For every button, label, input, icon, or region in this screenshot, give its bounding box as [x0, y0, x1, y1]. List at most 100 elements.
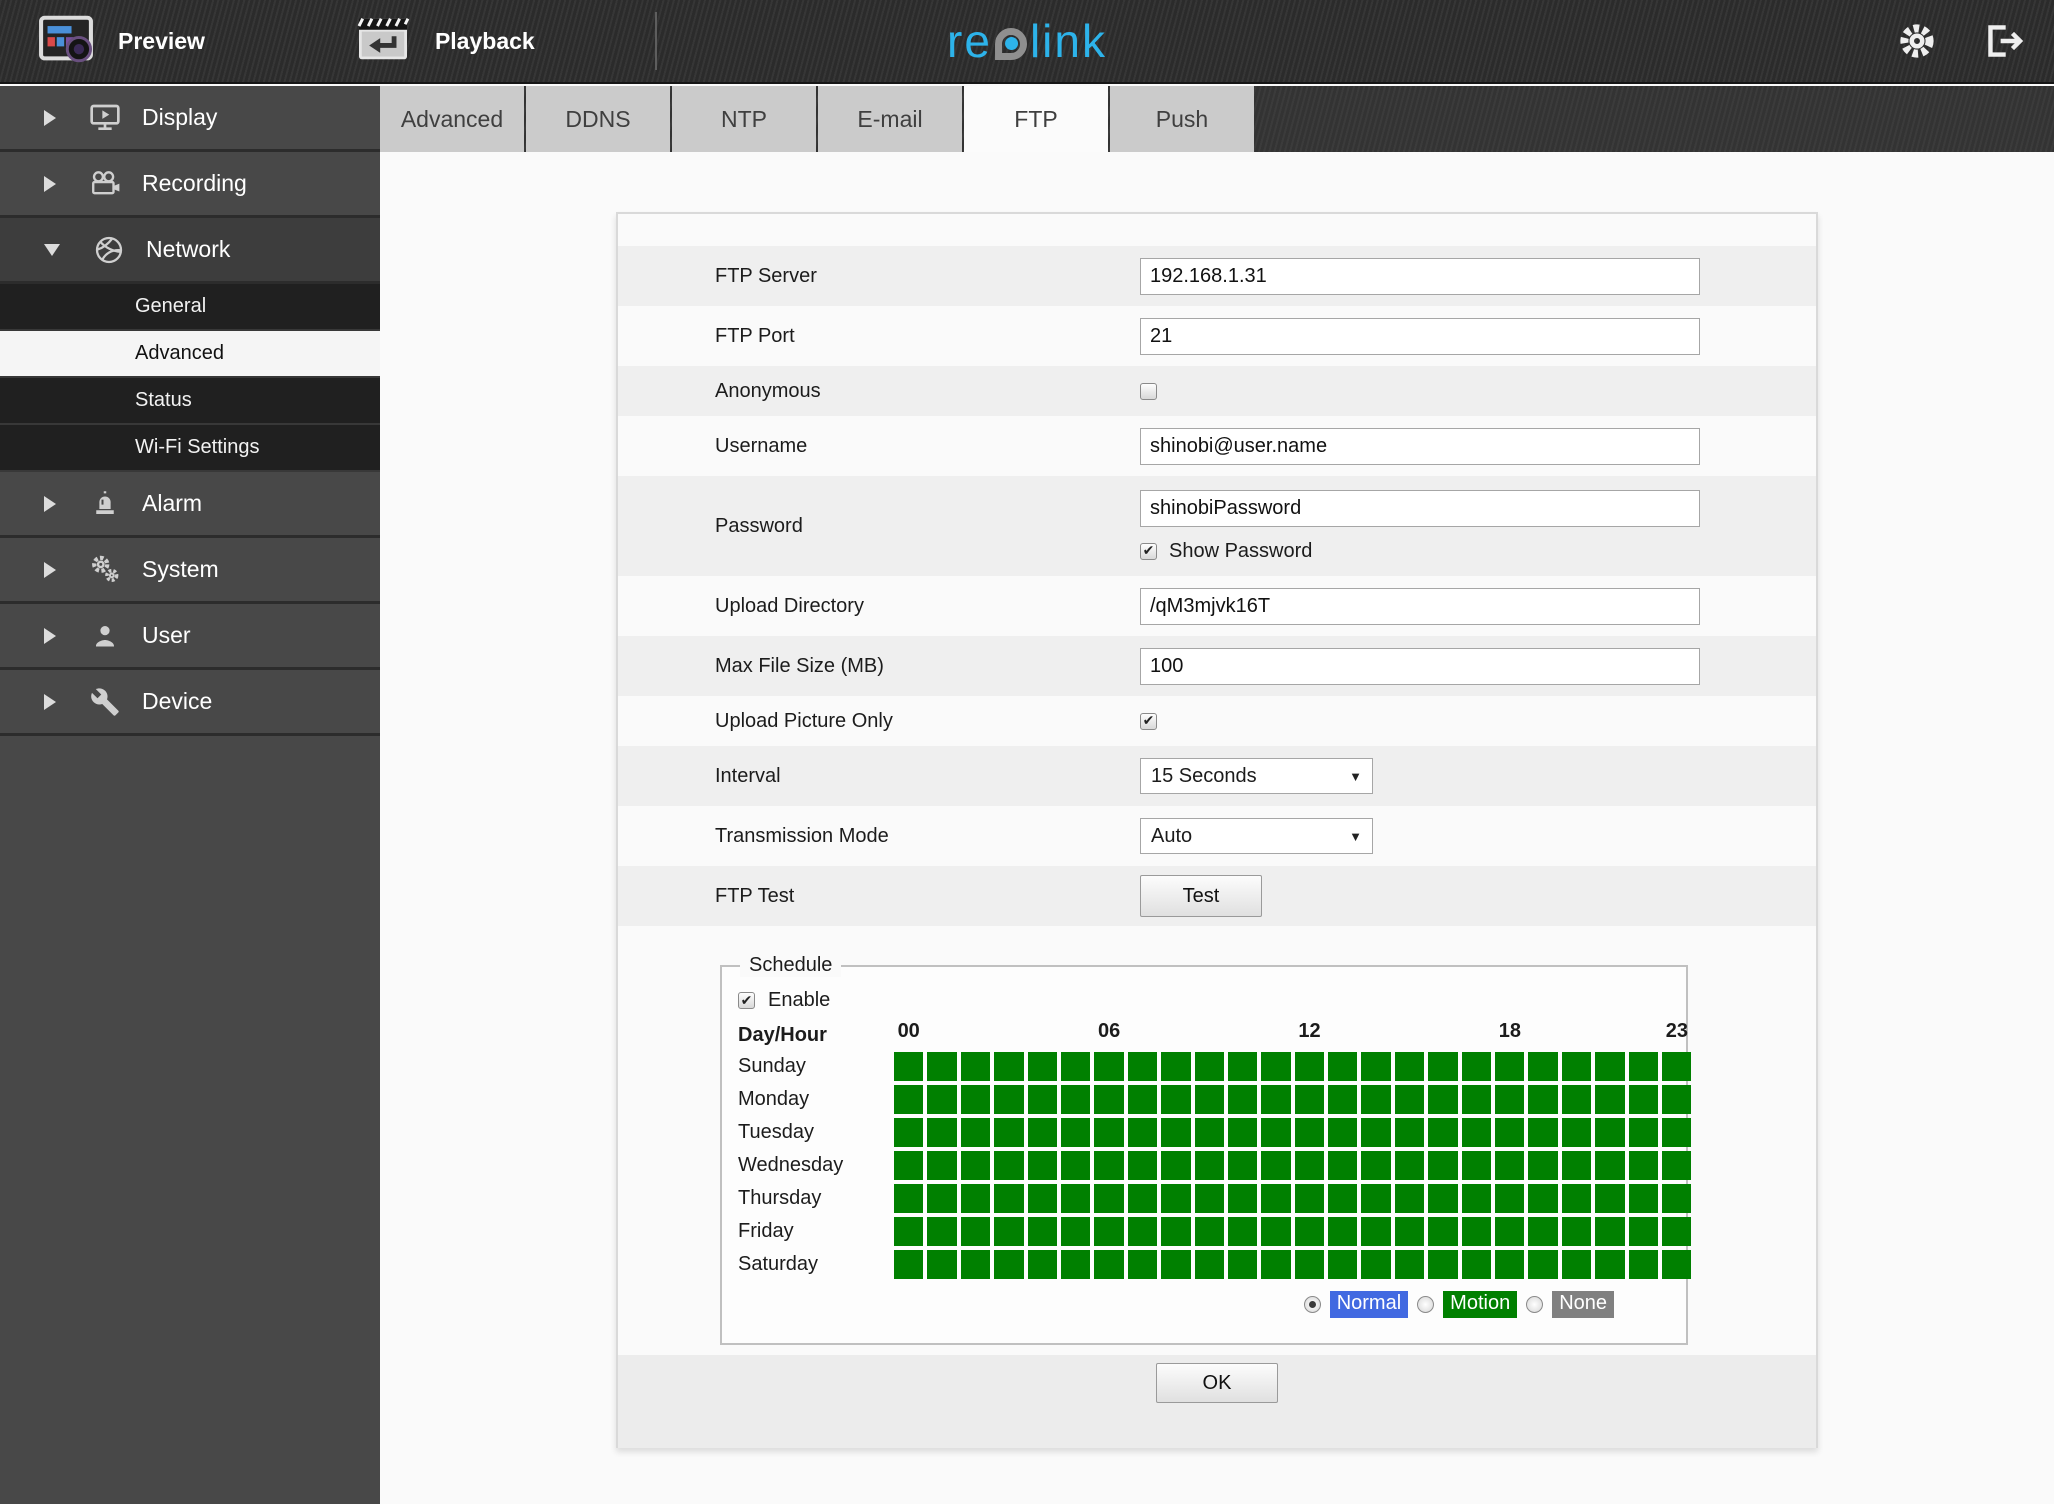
schedule-cell[interactable]	[994, 1118, 1024, 1147]
schedule-cell[interactable]	[927, 1250, 957, 1279]
schedule-cell[interactable]	[1628, 1250, 1658, 1279]
schedule-cell[interactable]	[1461, 1085, 1492, 1114]
schedule-cell[interactable]	[1595, 1250, 1625, 1279]
schedule-cell[interactable]	[1060, 1085, 1091, 1114]
schedule-cell[interactable]	[1094, 1118, 1124, 1147]
sidebar-item-recording[interactable]: Recording	[0, 152, 380, 218]
schedule-cell[interactable]	[1361, 1151, 1391, 1180]
schedule-cell[interactable]	[994, 1184, 1024, 1213]
schedule-cell[interactable]	[894, 1052, 924, 1081]
password-input[interactable]	[1140, 489, 1700, 527]
schedule-cell[interactable]	[1495, 1250, 1525, 1279]
schedule-cell[interactable]	[960, 1085, 991, 1114]
sidebar-subitem-advanced[interactable]: Advanced	[0, 331, 380, 378]
schedule-cell[interactable]	[1094, 1151, 1124, 1180]
schedule-cell[interactable]	[1495, 1151, 1525, 1180]
schedule-cell[interactable]	[1294, 1250, 1325, 1279]
schedule-cell[interactable]	[1428, 1052, 1458, 1081]
schedule-cell[interactable]	[927, 1217, 957, 1246]
tab-advanced[interactable]: Advanced	[380, 86, 524, 152]
schedule-cell[interactable]	[1561, 1250, 1592, 1279]
schedule-cell[interactable]	[1194, 1217, 1224, 1246]
schedule-cell[interactable]	[1060, 1250, 1091, 1279]
schedule-cell[interactable]	[894, 1151, 924, 1180]
schedule-cell[interactable]	[1528, 1250, 1558, 1279]
tab-ntp[interactable]: NTP	[672, 86, 816, 152]
schedule-cell[interactable]	[1561, 1085, 1592, 1114]
sidebar-item-system[interactable]: System	[0, 538, 380, 604]
schedule-cell[interactable]	[1127, 1085, 1158, 1114]
schedule-cell[interactable]	[1661, 1085, 1692, 1114]
schedule-cell[interactable]	[1261, 1217, 1291, 1246]
schedule-cell[interactable]	[1394, 1085, 1425, 1114]
schedule-cell[interactable]	[1127, 1217, 1158, 1246]
schedule-cell[interactable]	[1328, 1250, 1358, 1279]
schedule-cell[interactable]	[1528, 1085, 1558, 1114]
schedule-cell[interactable]	[1261, 1052, 1291, 1081]
schedule-cell[interactable]	[1261, 1250, 1291, 1279]
sidebar-subitem-status[interactable]: Status	[0, 378, 380, 425]
max-file-size-input[interactable]	[1140, 647, 1700, 685]
schedule-cell[interactable]	[894, 1085, 924, 1114]
schedule-cell[interactable]	[1060, 1052, 1091, 1081]
schedule-cell[interactable]	[1027, 1151, 1057, 1180]
playback-nav-button[interactable]: Playback	[355, 15, 535, 68]
schedule-cell[interactable]	[1294, 1151, 1325, 1180]
tab-ftp[interactable]: FTP	[964, 86, 1108, 152]
schedule-cell[interactable]	[1060, 1151, 1091, 1180]
schedule-cell[interactable]	[1495, 1085, 1525, 1114]
schedule-cell[interactable]	[1528, 1184, 1558, 1213]
schedule-cell[interactable]	[960, 1118, 991, 1147]
schedule-cell[interactable]	[1361, 1118, 1391, 1147]
interval-select[interactable]: 15 Seconds ▼	[1140, 758, 1373, 794]
schedule-cell[interactable]	[1461, 1217, 1492, 1246]
schedule-cell[interactable]	[1661, 1217, 1692, 1246]
schedule-cell[interactable]	[960, 1151, 991, 1180]
schedule-cell[interactable]	[1161, 1184, 1191, 1213]
schedule-cell[interactable]	[1294, 1184, 1325, 1213]
schedule-cell[interactable]	[1495, 1184, 1525, 1213]
schedule-cell[interactable]	[1127, 1118, 1158, 1147]
schedule-cell[interactable]	[1628, 1217, 1658, 1246]
schedule-cell[interactable]	[1361, 1085, 1391, 1114]
schedule-cell[interactable]	[994, 1250, 1024, 1279]
schedule-cell[interactable]	[1161, 1118, 1191, 1147]
sidebar-item-device[interactable]: Device	[0, 670, 380, 736]
none-radio[interactable]	[1526, 1296, 1544, 1313]
schedule-cell[interactable]	[1595, 1085, 1625, 1114]
schedule-cell[interactable]	[1161, 1250, 1191, 1279]
schedule-cell[interactable]	[1595, 1184, 1625, 1213]
schedule-cell[interactable]	[927, 1085, 957, 1114]
schedule-cell[interactable]	[1094, 1250, 1124, 1279]
schedule-cell[interactable]	[1027, 1085, 1057, 1114]
ftp-test-button[interactable]: Test	[1140, 875, 1262, 917]
schedule-cell[interactable]	[1528, 1217, 1558, 1246]
sidebar-item-user[interactable]: User	[0, 604, 380, 670]
schedule-cell[interactable]	[1161, 1217, 1191, 1246]
schedule-cell[interactable]	[1628, 1052, 1658, 1081]
schedule-cell[interactable]	[994, 1151, 1024, 1180]
schedule-cell[interactable]	[1328, 1052, 1358, 1081]
schedule-cell[interactable]	[1161, 1052, 1191, 1081]
schedule-cell[interactable]	[1561, 1052, 1592, 1081]
schedule-cell[interactable]	[1227, 1250, 1258, 1279]
schedule-cell[interactable]	[1528, 1052, 1558, 1081]
schedule-cell[interactable]	[994, 1085, 1024, 1114]
schedule-cell[interactable]	[1361, 1184, 1391, 1213]
schedule-cell[interactable]	[1094, 1217, 1124, 1246]
schedule-cell[interactable]	[1661, 1118, 1692, 1147]
schedule-cell[interactable]	[1060, 1184, 1091, 1213]
schedule-cell[interactable]	[994, 1217, 1024, 1246]
ok-button[interactable]: OK	[1156, 1363, 1278, 1403]
tab-push[interactable]: Push	[1110, 86, 1254, 152]
schedule-cell[interactable]	[1294, 1118, 1325, 1147]
schedule-cell[interactable]	[1461, 1250, 1492, 1279]
schedule-cell[interactable]	[1561, 1118, 1592, 1147]
schedule-cell[interactable]	[1595, 1118, 1625, 1147]
settings-gear-icon[interactable]	[1896, 20, 1938, 62]
sidebar-item-alarm[interactable]: Alarm	[0, 472, 380, 538]
schedule-cell[interactable]	[960, 1052, 991, 1081]
schedule-cell[interactable]	[1027, 1217, 1057, 1246]
schedule-cell[interactable]	[1227, 1184, 1258, 1213]
schedule-cell[interactable]	[1328, 1184, 1358, 1213]
